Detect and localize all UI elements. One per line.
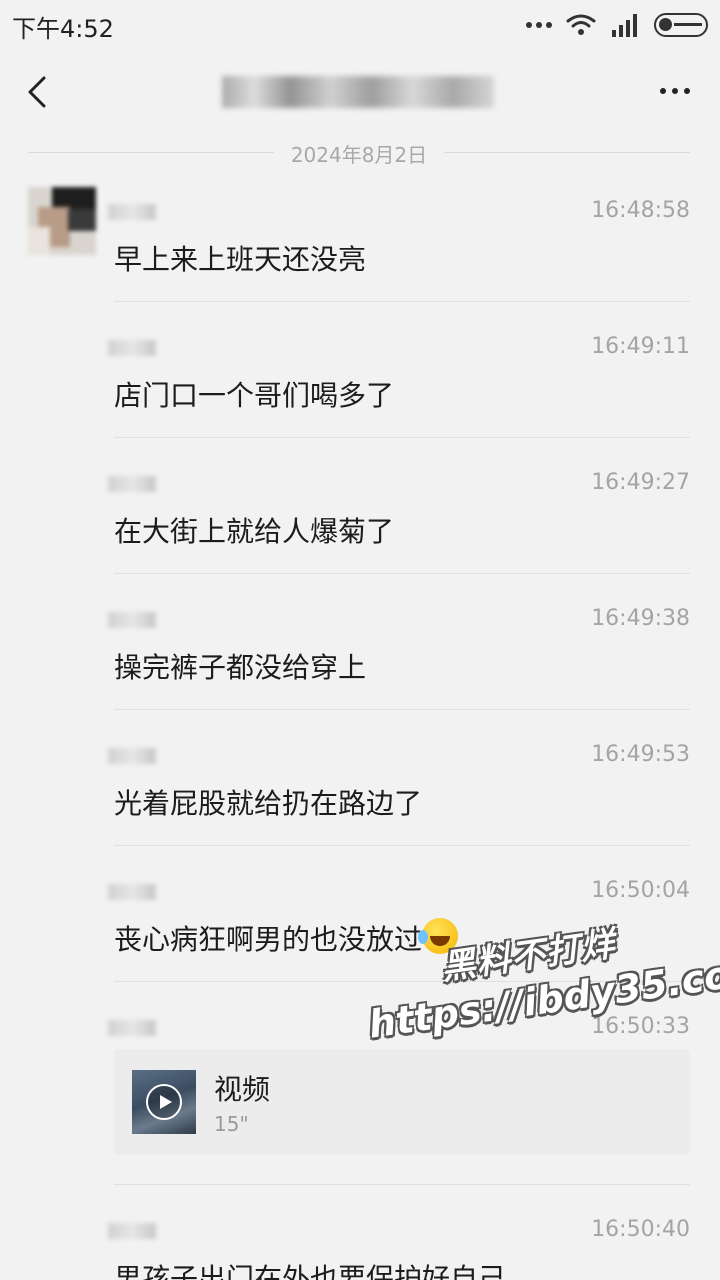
message-time: 16:48:58 bbox=[591, 198, 690, 223]
status-time: 下午4:52 bbox=[12, 15, 114, 43]
message-divider bbox=[114, 573, 690, 574]
wifi-icon bbox=[566, 14, 596, 35]
message-time: 16:50:40 bbox=[591, 1217, 690, 1242]
sender-name-blurred bbox=[108, 204, 156, 220]
video-message-card[interactable]: 视频 15" bbox=[114, 1049, 690, 1155]
message-divider bbox=[114, 845, 690, 846]
video-thumbnail[interactable] bbox=[132, 1070, 196, 1134]
status-bar: 下午4:52 bbox=[0, 0, 720, 50]
more-dots-icon bbox=[526, 22, 552, 28]
status-icons bbox=[526, 12, 708, 38]
message-time: 16:49:11 bbox=[591, 334, 690, 359]
message-time: 16:49:27 bbox=[591, 470, 690, 495]
message-text[interactable]: 在大街上就给人爆菊了 bbox=[114, 510, 394, 550]
sender-name-blurred bbox=[108, 1223, 156, 1239]
sender-name-blurred bbox=[108, 1020, 156, 1036]
message-text[interactable]: 操完裤子都没给穿上 bbox=[114, 646, 366, 686]
message-time: 16:49:53 bbox=[591, 742, 690, 767]
sender-name-blurred bbox=[108, 748, 156, 764]
message-item: 16:48:58 早上来上班天还没亮 bbox=[108, 196, 690, 278]
message-divider bbox=[114, 1184, 690, 1185]
message-text[interactable]: 店门口一个哥们喝多了 bbox=[114, 374, 394, 414]
message-time: 16:49:38 bbox=[591, 606, 690, 631]
more-options-button[interactable] bbox=[660, 88, 690, 94]
sender-name-blurred bbox=[108, 612, 156, 628]
more-horizontal-icon bbox=[660, 88, 666, 94]
avatar[interactable] bbox=[28, 187, 96, 255]
date-divider-text: 2024年8月2日 bbox=[290, 143, 428, 167]
message-item: 16:49:27 在大街上就给人爆菊了 bbox=[108, 468, 690, 550]
sender-name-blurred bbox=[108, 340, 156, 356]
message-text[interactable]: 光着屁股就给扔在路边了 bbox=[114, 782, 422, 822]
sender-name-blurred bbox=[108, 476, 156, 492]
sender-name-blurred bbox=[108, 884, 156, 900]
message-item: 16:49:11 店门口一个哥们喝多了 bbox=[108, 332, 690, 414]
message-item: 16:49:38 操完裤子都没给穿上 bbox=[108, 604, 690, 686]
message-divider bbox=[114, 301, 690, 302]
chat-title-blurred bbox=[222, 76, 494, 108]
signal-icon bbox=[612, 14, 637, 37]
message-text[interactable]: 男孩子出门在外也要保护好自己 bbox=[114, 1257, 506, 1280]
play-icon[interactable] bbox=[146, 1084, 182, 1120]
message-divider bbox=[114, 709, 690, 710]
message-text[interactable]: 早上来上班天还没亮 bbox=[114, 238, 366, 278]
message-item: 16:49:53 光着屁股就给扔在路边了 bbox=[108, 740, 690, 822]
chat-header bbox=[0, 50, 720, 136]
message-divider bbox=[114, 437, 690, 438]
video-duration: 15" bbox=[214, 1112, 249, 1136]
back-button[interactable] bbox=[20, 72, 60, 112]
video-title: 视频 bbox=[214, 1073, 271, 1106]
battery-icon bbox=[654, 13, 708, 37]
message-item: 16:50:40 男孩子出门在外也要保护好自己 bbox=[108, 1215, 690, 1280]
date-divider: 2024年8月2日 bbox=[28, 137, 690, 167]
